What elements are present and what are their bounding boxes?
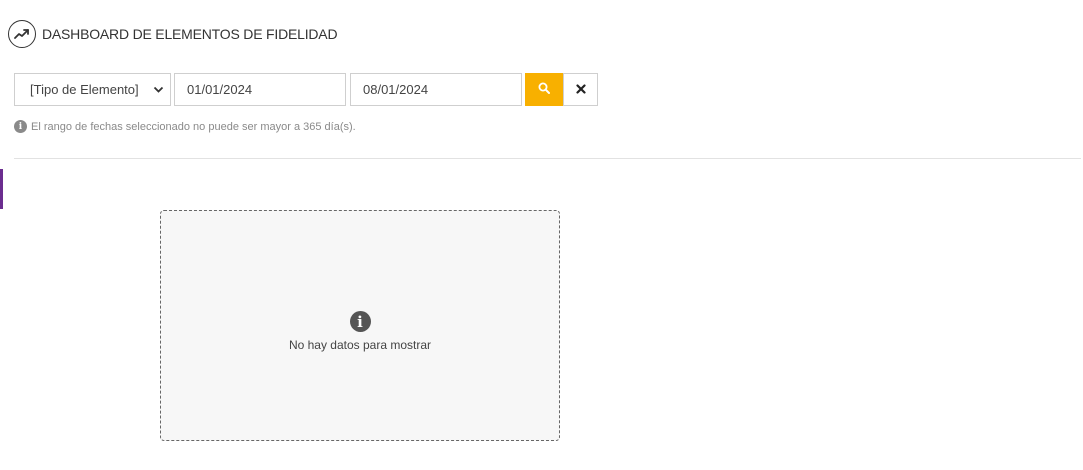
chevron-down-icon — [153, 86, 164, 94]
element-type-select[interactable]: [Tipo de Elemento] — [14, 73, 171, 106]
search-button[interactable] — [525, 73, 563, 106]
date-range-note: i El rango de fechas seleccionado no pue… — [14, 120, 356, 133]
close-icon — [575, 81, 586, 99]
search-icon — [538, 81, 550, 99]
divider — [14, 158, 1081, 159]
element-type-selected: [Tipo de Elemento] — [30, 82, 139, 97]
clear-button[interactable] — [563, 73, 598, 106]
side-accent-bar — [0, 169, 3, 209]
date-range-note-text: El rango de fechas seleccionado no puede… — [31, 120, 356, 133]
date-start-input[interactable] — [174, 73, 346, 106]
page-title: DASHBOARD DE ELEMENTOS DE FIDELIDAD — [42, 26, 338, 42]
trend-chart-icon — [8, 20, 36, 48]
filter-bar: [Tipo de Elemento] — [14, 73, 598, 106]
date-end-input[interactable] — [350, 73, 522, 106]
page: DASHBOARD DE ELEMENTOS DE FIDELIDAD [Tip… — [0, 0, 1083, 470]
info-icon: i — [349, 311, 371, 332]
empty-state-text: No hay datos para mostrar — [288, 338, 432, 352]
empty-state: i No hay datos para mostrar — [160, 210, 560, 441]
page-header: DASHBOARD DE ELEMENTOS DE FIDELIDAD — [8, 18, 338, 50]
info-icon: i — [14, 120, 27, 133]
